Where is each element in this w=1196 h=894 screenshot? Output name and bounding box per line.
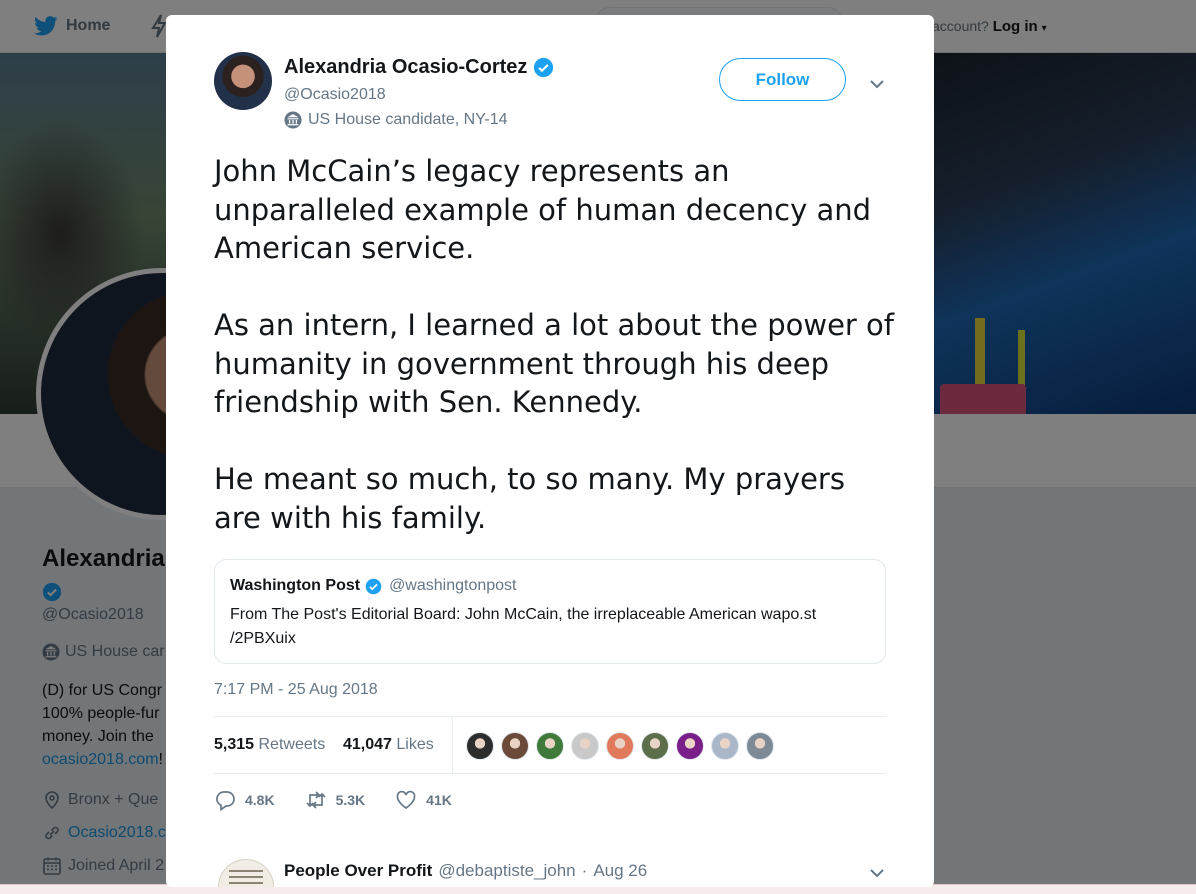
tweet-paragraph: He meant so much, to so many. My prayers…	[214, 462, 845, 535]
tweet-timestamp[interactable]: 7:17 PM - 25 Aug 2018	[214, 681, 378, 699]
tweet-actions: 4.8K 5.3K 41K	[214, 789, 482, 811]
reply-author-avatar[interactable]	[218, 859, 274, 887]
chevron-down-icon[interactable]	[866, 862, 888, 884]
quoted-author-name: Washington Post	[230, 577, 361, 594]
author-name[interactable]: Alexandria Ocasio-Cortez	[284, 56, 554, 79]
author-name-text[interactable]: Alexandria Ocasio-Cortez	[284, 56, 527, 79]
retweets-stat[interactable]: 5,315 Retweets	[214, 736, 325, 754]
stats-divider	[452, 717, 453, 774]
quoted-author-handle: @washingtonpost	[389, 577, 517, 594]
author-avatar[interactable]	[214, 52, 272, 110]
liker-avatar[interactable]	[536, 732, 564, 760]
reply-author-name[interactable]: People Over Profit	[284, 861, 432, 881]
quoted-tweet-text: From The Post's Editorial Board: John Mc…	[230, 606, 817, 647]
liker-avatar[interactable]	[711, 732, 739, 760]
like-button[interactable]: 41K	[395, 789, 452, 811]
retweet-icon	[305, 791, 326, 809]
verified-badge-icon	[365, 578, 382, 594]
tweet-paragraph: John McCain’s legacy represents an unpar…	[214, 154, 872, 265]
retweet-button[interactable]: 5.3K	[305, 789, 366, 811]
reply-count: 4.8K	[245, 792, 275, 808]
government-building-icon	[284, 111, 302, 129]
tweet-modal: Alexandria Ocasio-Cortez @Ocasio2018 US …	[166, 15, 934, 887]
liker-avatar[interactable]	[676, 732, 704, 760]
chevron-down-icon[interactable]	[866, 73, 888, 95]
follow-button[interactable]: Follow	[719, 58, 846, 101]
reply-header: People Over Profit @debaptiste_john · Au…	[284, 861, 647, 881]
likes-count: 41,047	[343, 736, 392, 753]
tweet-paragraph: As an intern, I learned a lot about the …	[214, 308, 894, 419]
reply-date[interactable]: Aug 26	[593, 861, 647, 881]
like-count: 41K	[426, 792, 452, 808]
verified-badge-icon	[534, 57, 554, 78]
retweets-label: Retweets	[258, 736, 326, 753]
liker-avatar[interactable]	[746, 732, 774, 760]
author-handle[interactable]: @Ocasio2018	[284, 86, 386, 104]
liker-avatar[interactable]	[606, 732, 634, 760]
liker-avatar[interactable]	[571, 732, 599, 760]
reply-author-handle[interactable]: @debaptiste_john	[438, 861, 575, 881]
retweets-count: 5,315	[214, 736, 255, 753]
likes-label: Likes	[396, 736, 434, 753]
author-label-text: US House candidate, NY-14	[308, 111, 508, 128]
reply-button[interactable]: 4.8K	[214, 789, 275, 811]
author-label: US House candidate, NY-14	[284, 111, 508, 129]
quoted-tweet-header: Washington Post @washingtonpost	[230, 577, 517, 595]
quoted-tweet[interactable]: Washington Post @washingtonpost From The…	[214, 559, 886, 664]
liker-avatars	[466, 732, 774, 760]
liker-avatar[interactable]	[501, 732, 529, 760]
retweet-count: 5.3K	[335, 792, 366, 808]
likes-stat[interactable]: 41,047 Likes	[343, 736, 434, 754]
liker-avatar[interactable]	[641, 732, 669, 760]
tweet-stats: 5,315 Retweets 41,047 Likes	[214, 716, 886, 774]
liker-avatar[interactable]	[466, 732, 494, 760]
tweet-text: John McCain’s legacy represents an unpar…	[214, 152, 894, 576]
reply-icon	[216, 791, 235, 811]
reply-separator: ·	[581, 861, 588, 880]
heart-icon	[396, 790, 416, 810]
